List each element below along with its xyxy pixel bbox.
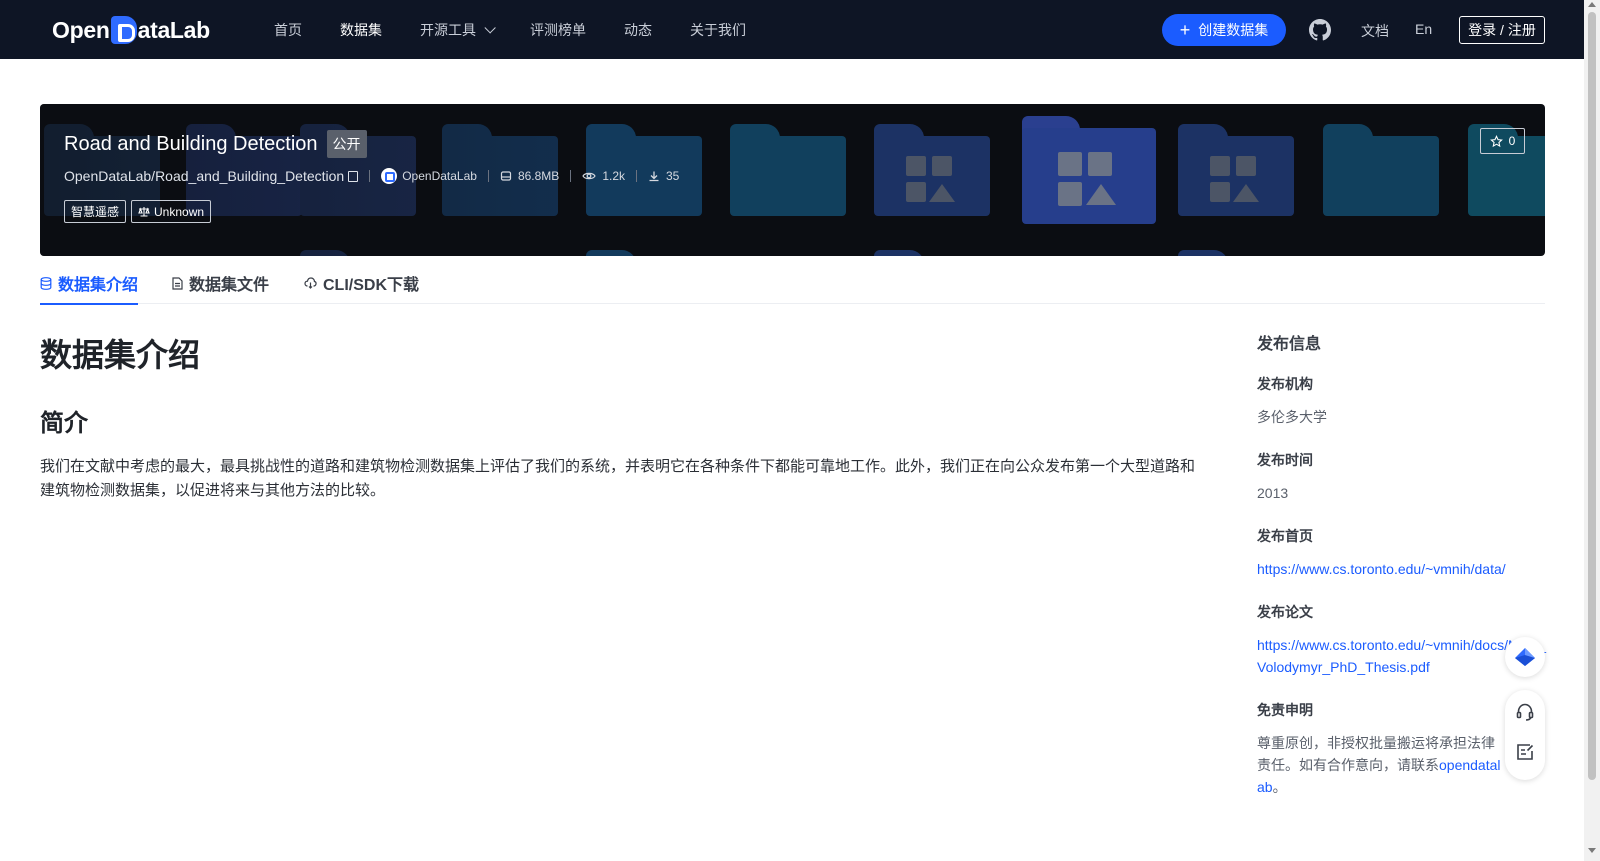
folder-decoration-icon: [1323, 124, 1439, 216]
plus-icon: +: [1179, 20, 1191, 40]
chevron-down-icon: [484, 21, 496, 34]
meta-divider: [487, 170, 489, 182]
dataset-banner: Road and Building Detection 公开 OpenDataL…: [40, 104, 1545, 256]
tab-dataset-intro[interactable]: 数据集介绍: [40, 262, 139, 305]
scroll-up-arrow-icon[interactable]: [1588, 2, 1596, 7]
nav-item-about[interactable]: 关于我们: [690, 20, 746, 40]
release-info-title: 发布信息: [1257, 336, 1322, 353]
login-register-button[interactable]: 登录 / 注册: [1459, 16, 1545, 44]
dataset-title-text: Road and Building Detection: [64, 132, 318, 155]
release-info-panel: 发布信息 发布机构 多伦多大学 发布时间 2013 发布首页 https://w…: [1257, 330, 1547, 820]
opendatalab-logo[interactable]: Open ataLab: [52, 14, 210, 46]
copy-icon[interactable]: [348, 170, 359, 182]
publisher-label: 发布机构: [1257, 376, 1313, 392]
create-dataset-label: 创建数据集: [1198, 22, 1269, 38]
logo-text-datalab: ataLab: [137, 16, 211, 43]
star-button[interactable]: 0: [1480, 128, 1525, 154]
database-icon: [40, 276, 52, 290]
scale-icon: [138, 207, 150, 217]
homepage-link[interactable]: https://www.cs.toronto.edu/~vmnih/data/: [1257, 558, 1547, 580]
headset-icon[interactable]: [1515, 702, 1535, 722]
storage-icon: [500, 171, 512, 181]
paper-link[interactable]: https://www.cs.toronto.edu/~vmnih/docs/M…: [1257, 634, 1547, 678]
dataset-tabs: 数据集介绍 数据集文件 CLI/SDK下载: [40, 262, 1545, 305]
tab-dataset-files[interactable]: 数据集文件: [172, 262, 269, 304]
star-count: 0: [1508, 134, 1516, 148]
nav-item-news[interactable]: 动态: [624, 20, 652, 40]
publisher-value: 多伦多大学: [1257, 409, 1327, 425]
folder-decoration-icon: [1178, 250, 1294, 256]
cloud-download-icon: [304, 277, 317, 289]
nav-label: 动态: [624, 21, 652, 38]
nav-item-tools[interactable]: 开源工具: [420, 20, 496, 40]
tab-label: 数据集介绍: [58, 277, 139, 294]
github-icon[interactable]: [1309, 19, 1331, 41]
star-icon: [1489, 134, 1503, 147]
file-icon: [172, 276, 183, 290]
nav-label: 关于我们: [690, 21, 746, 38]
release-time-value: 2013: [1257, 485, 1289, 501]
nav-label: 开源工具: [420, 21, 476, 38]
edit-note-icon[interactable]: [1515, 742, 1535, 762]
meta-divider: [570, 170, 572, 182]
docs-link[interactable]: 文档: [1361, 21, 1389, 41]
tag-license[interactable]: Unknown: [131, 200, 212, 223]
meta-divider: [369, 170, 371, 182]
nav-label: 数据集: [340, 21, 382, 38]
tab-label: CLI/SDK下载: [323, 277, 420, 294]
folder-decoration-icon: [730, 124, 846, 216]
page-title: 数据集介绍: [40, 337, 201, 373]
nav-item-home[interactable]: 首页: [274, 20, 302, 40]
disclaimer-label: 免责申明: [1257, 702, 1313, 718]
language-switch[interactable]: En: [1415, 21, 1432, 37]
org-logo-icon: [381, 168, 398, 184]
top-navbar: Open ataLab 首页 数据集 开源工具 评测榜单 动态 关于我们 + 创…: [0, 0, 1584, 59]
dataset-size: 86.8MB: [517, 169, 560, 183]
folder-decoration-icon: [586, 250, 702, 256]
folder-decoration-icon: [874, 250, 990, 256]
disclaimer-period: 。: [1272, 779, 1287, 795]
paper-label: 发布论文: [1257, 604, 1313, 620]
tab-cli-sdk-download[interactable]: CLI/SDK下载: [304, 262, 419, 304]
section-heading: 简介: [40, 410, 88, 437]
logo-d-icon: [110, 16, 137, 44]
disclaimer-text: 尊重原创，非授权批量搬运将承担法律责任。如有合作意向，请联系opendatala…: [1257, 732, 1502, 798]
org-name[interactable]: OpenDataLab: [402, 169, 477, 183]
download-count: 35: [666, 169, 680, 183]
create-dataset-button[interactable]: + 创建数据集: [1162, 14, 1286, 46]
nav-item-leaderboard[interactable]: 评测榜单: [530, 20, 586, 40]
scroll-down-arrow-icon[interactable]: [1588, 848, 1596, 853]
bird-icon: [1515, 648, 1535, 666]
homepage-label: 发布首页: [1257, 528, 1313, 544]
floating-tools: [1505, 690, 1545, 780]
main-nav: 首页 数据集 开源工具 评测榜单 动态 关于我们: [274, 0, 784, 59]
feedback-bird-button[interactable]: [1505, 637, 1545, 677]
tab-label: 数据集文件: [189, 277, 270, 294]
dataset-title: Road and Building Detection 公开: [64, 130, 367, 158]
folder-decoration-icon: [1178, 124, 1294, 216]
dataset-tags: 智慧遥感 Unknown: [64, 200, 216, 223]
meta-divider: [636, 170, 637, 182]
nav-label: 首页: [274, 21, 302, 38]
folder-decoration-icon: [874, 124, 990, 216]
dataset-path: OpenDataLab/Road_and_Building_Detection: [64, 168, 345, 184]
view-count: 1.2k: [602, 169, 625, 183]
page-scrollbar[interactable]: [1584, 0, 1600, 861]
folder-decoration-icon: [1022, 116, 1156, 224]
eye-icon: [582, 172, 597, 180]
release-time-label: 发布时间: [1257, 452, 1313, 468]
visibility-badge: 公开: [326, 130, 367, 158]
scrollbar-thumb[interactable]: [1588, 12, 1596, 780]
tag-remote-sensing[interactable]: 智慧遥感: [64, 200, 127, 223]
logo-text-open: Open: [52, 16, 110, 43]
tag-license-text: Unknown: [154, 204, 205, 219]
nav-item-datasets[interactable]: 数据集: [340, 20, 382, 40]
download-icon: [649, 171, 659, 182]
nav-label: 评测榜单: [530, 21, 586, 38]
dataset-description: 我们在文献中考虑的最大，最具挑战性的道路和建筑物检测数据集上评估了我们的系统，并…: [40, 458, 1196, 499]
dataset-meta-row: OpenDataLab/Road_and_Building_Detection …: [64, 168, 679, 184]
